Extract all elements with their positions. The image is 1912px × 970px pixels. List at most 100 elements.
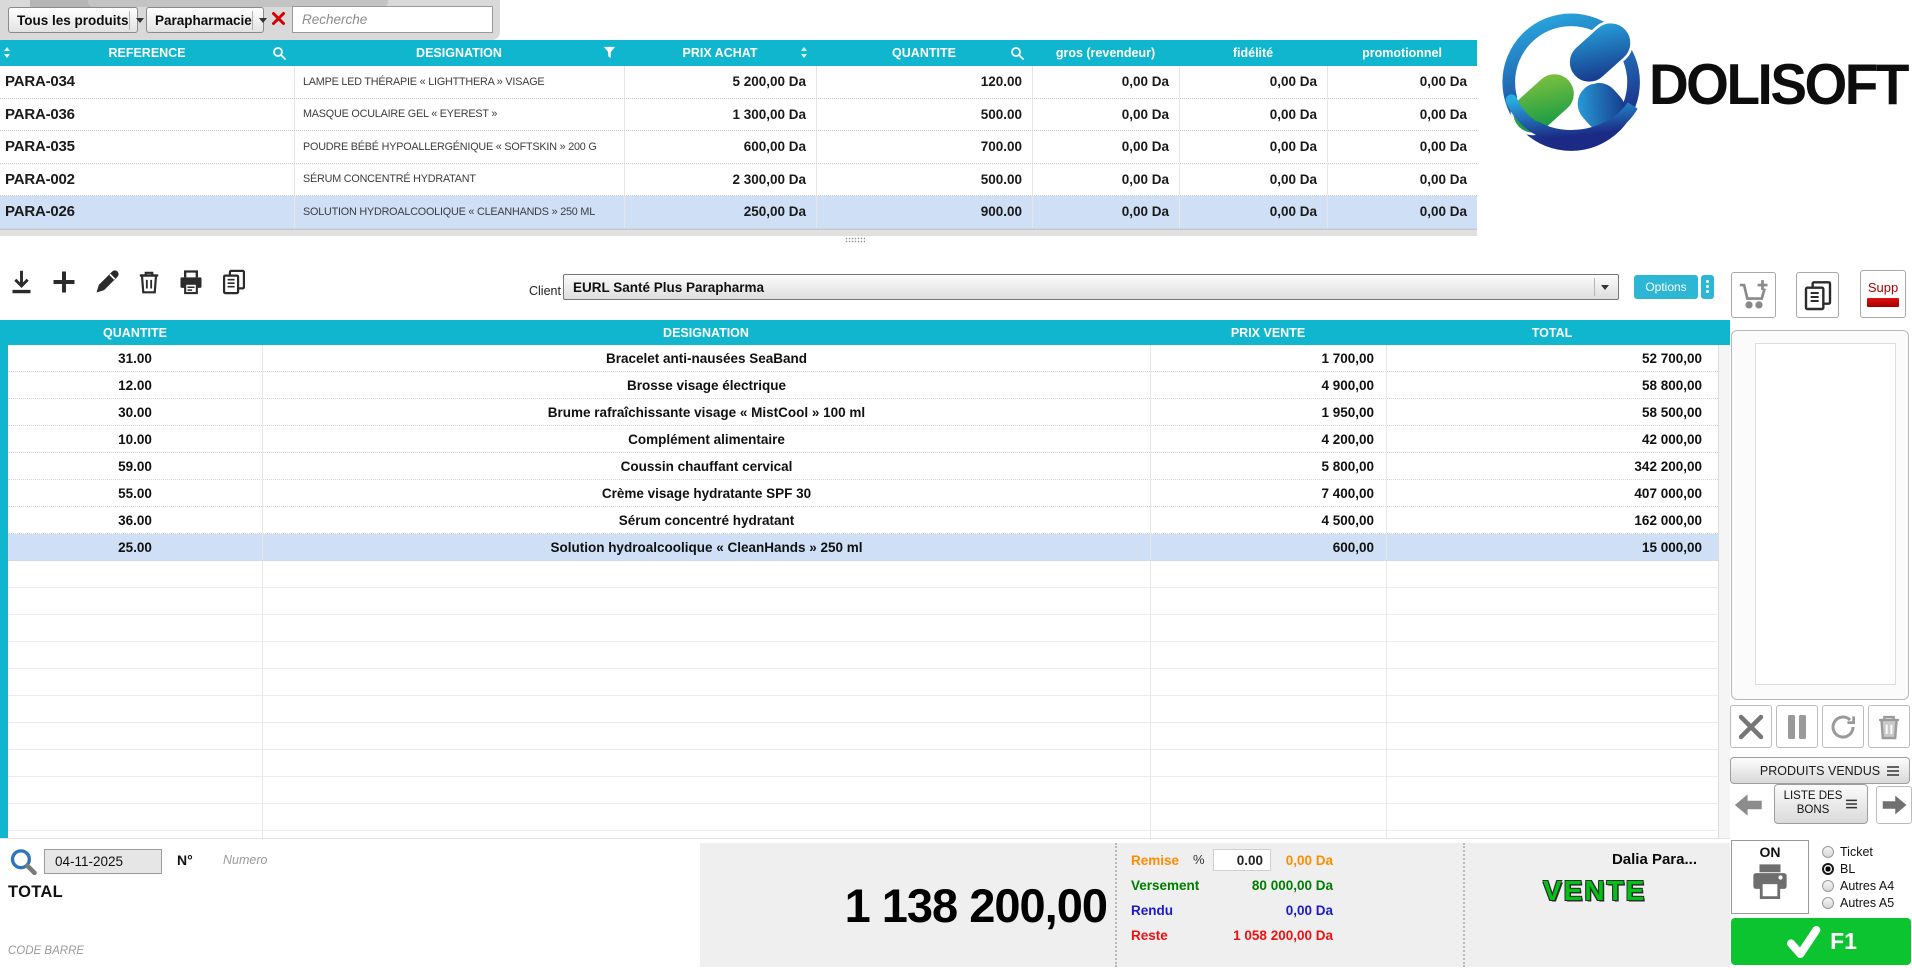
filter-bar: Tous les produits Parapharmacie (0, 0, 1477, 40)
versement-label: Versement (1131, 878, 1199, 893)
sale-line-row[interactable]: 36.00 Sérum concentré hydratant 4 500,00… (8, 507, 1730, 534)
barcode-field[interactable]: CODE BARRE (8, 945, 84, 957)
line-prix-vente: 1 950,00 (1150, 399, 1386, 425)
previous-arrow-button[interactable] (1732, 792, 1766, 818)
product-row[interactable]: PARA-035 POUDRE BÉBÉ HYPOALLERGÉNIQUE « … (0, 131, 1477, 164)
tickets-list-panel[interactable] (1731, 330, 1909, 700)
radio-icon (1822, 846, 1834, 858)
product-prix-gros: 0,00 Da (1032, 164, 1179, 196)
print-format-radio[interactable]: Autres A5 (1822, 894, 1894, 911)
remise-input[interactable] (1213, 849, 1271, 871)
sort-icon[interactable] (800, 46, 808, 59)
radio-icon (1822, 863, 1834, 875)
documents-button[interactable] (1796, 272, 1839, 318)
filter-funnel-icon[interactable] (603, 46, 616, 59)
client-dropdown[interactable]: EURL Santé Plus Parapharma (563, 274, 1619, 300)
column-promotionnel[interactable]: promotionnel (1327, 40, 1477, 66)
product-prix-gros: 0,00 Da (1032, 99, 1179, 131)
product-row[interactable]: PARA-002 SÉRUM CONCENTRÉ HYDRATANT 2 300… (0, 164, 1477, 197)
add-to-cart-button[interactable] (1731, 272, 1776, 318)
product-row[interactable]: PARA-026 SOLUTION HYDROALCOOLIQUE « CLEA… (0, 196, 1477, 229)
subcategory-dropdown[interactable]: Parapharmacie (146, 7, 264, 33)
product-prix-fidelite: 0,00 Da (1179, 99, 1327, 131)
product-row[interactable]: PARA-034 LAMPE LED THÉRAPIE « LIGHTTHERA… (0, 66, 1477, 99)
options-more-icon[interactable] (1701, 275, 1714, 299)
product-quantite: 120.00 (816, 66, 1032, 98)
line-total: 162 000,00 (1386, 507, 1718, 533)
sort-icon[interactable] (3, 46, 11, 59)
liste-des-bons-button[interactable]: LISTE DES BONS (1774, 784, 1868, 824)
next-arrow-button[interactable] (1876, 786, 1912, 824)
column-gros[interactable]: gros (revendeur) (1032, 40, 1179, 66)
search-input[interactable] (292, 6, 493, 33)
clear-filter-icon[interactable] (271, 11, 286, 26)
download-button[interactable] (8, 268, 35, 296)
supp-button[interactable]: Supp (1860, 270, 1906, 318)
edit-pencil-button[interactable] (93, 268, 121, 296)
line-quantite: 55.00 (8, 480, 262, 506)
sale-line-row[interactable]: 10.00 Complément alimentaire 4 200,00 42… (8, 426, 1730, 453)
refresh-button[interactable] (1822, 705, 1864, 748)
product-prix-achat: 2 300,00 Da (624, 164, 816, 196)
clear-ticket-button[interactable] (1868, 705, 1910, 748)
product-reference: PARA-026 (0, 196, 294, 228)
column-reference[interactable]: REFERENCE (0, 40, 294, 66)
print-format-radio[interactable]: Ticket (1822, 843, 1894, 860)
product-prix-fidelite: 0,00 Da (1179, 131, 1327, 163)
search-column-icon[interactable] (1010, 46, 1024, 60)
sale-line-row[interactable]: 30.00 Brume rafraîchissante visage « Mis… (8, 399, 1730, 426)
product-prix-fidelite: 0,00 Da (1179, 66, 1327, 98)
column-total[interactable]: TOTAL (1386, 326, 1718, 340)
sale-line-row[interactable]: 12.00 Brosse visage électrique 4 900,00 … (8, 372, 1730, 399)
client-dropdown-value: EURL Santé Plus Parapharma (573, 280, 764, 295)
column-designation[interactable]: DESIGNATION (294, 40, 624, 66)
column-quantite[interactable]: QUANTITE (816, 40, 1032, 66)
delete-trash-button[interactable] (136, 268, 162, 296)
produits-vendus-button[interactable]: PRODUITS VENDUS (1730, 757, 1910, 784)
cancel-button[interactable] (1730, 705, 1772, 748)
validate-f1-button[interactable]: F1 (1731, 918, 1911, 965)
table-scrollbar-horizontal[interactable] (0, 229, 1477, 236)
chevron-down-icon (1594, 278, 1609, 296)
numero-label: N° (177, 852, 193, 868)
numero-field[interactable]: Numero (223, 853, 267, 867)
product-prix-achat: 250,00 Da (624, 196, 816, 228)
print-format-radio[interactable]: Autres A4 (1822, 877, 1894, 894)
product-prix-promo: 0,00 Da (1327, 99, 1477, 131)
sale-line-row[interactable]: 31.00 Bracelet anti-nausées SeaBand 1 70… (8, 345, 1730, 372)
ticket-search-icon[interactable] (8, 847, 39, 878)
pause-button[interactable] (1776, 705, 1818, 748)
documents-icon (1802, 278, 1834, 312)
product-row[interactable]: PARA-036 MASQUE OCULAIRE GEL « EYEREST »… (0, 99, 1477, 132)
column-quantite[interactable]: QUANTITE (8, 326, 262, 340)
search-column-icon[interactable] (272, 46, 286, 60)
line-designation: Sérum concentré hydratant (262, 507, 1150, 533)
category-dropdown[interactable]: Tous les produits (8, 7, 138, 33)
add-button[interactable] (50, 268, 78, 296)
line-prix-vente: 4 200,00 (1150, 426, 1386, 452)
sale-line-row[interactable]: 59.00 Coussin chauffant cervical 5 800,0… (8, 453, 1730, 480)
print-button[interactable] (177, 268, 205, 296)
cart-plus-icon (1737, 278, 1771, 312)
radio-label: Autres A4 (1840, 879, 1894, 893)
column-fidelite[interactable]: fidélité (1179, 40, 1327, 66)
splitter-handle[interactable] (845, 237, 865, 243)
printer-status-box[interactable]: ON (1731, 840, 1809, 914)
product-prix-fidelite: 0,00 Da (1179, 164, 1327, 196)
print-format-radio[interactable]: BL (1822, 860, 1894, 877)
product-quantite: 500.00 (816, 99, 1032, 131)
column-prix-achat[interactable]: PRIX ACHAT (624, 40, 816, 66)
category-dropdown-value: Tous les produits (17, 13, 129, 28)
product-designation: LAMPE LED THÉRAPIE « LIGHTTHERA » VISAGE (294, 66, 624, 98)
column-prix-vente[interactable]: PRIX VENTE (1150, 326, 1386, 340)
tickets-list[interactable] (1755, 343, 1896, 685)
column-designation[interactable]: DESIGNATION (262, 326, 1150, 340)
table-scrollbar-vertical[interactable] (1718, 345, 1730, 838)
date-field[interactable]: 04-11-2025 (44, 849, 162, 874)
options-button[interactable]: Options (1634, 275, 1698, 299)
sale-line-row[interactable]: 55.00 Crème visage hydratante SPF 30 7 4… (8, 480, 1730, 507)
check-icon (1785, 926, 1821, 958)
printer-state-label: ON (1760, 844, 1781, 860)
sale-line-row[interactable]: 25.00 Solution hydroalcoolique « CleanHa… (8, 534, 1730, 561)
copy-document-button[interactable] (220, 268, 248, 296)
